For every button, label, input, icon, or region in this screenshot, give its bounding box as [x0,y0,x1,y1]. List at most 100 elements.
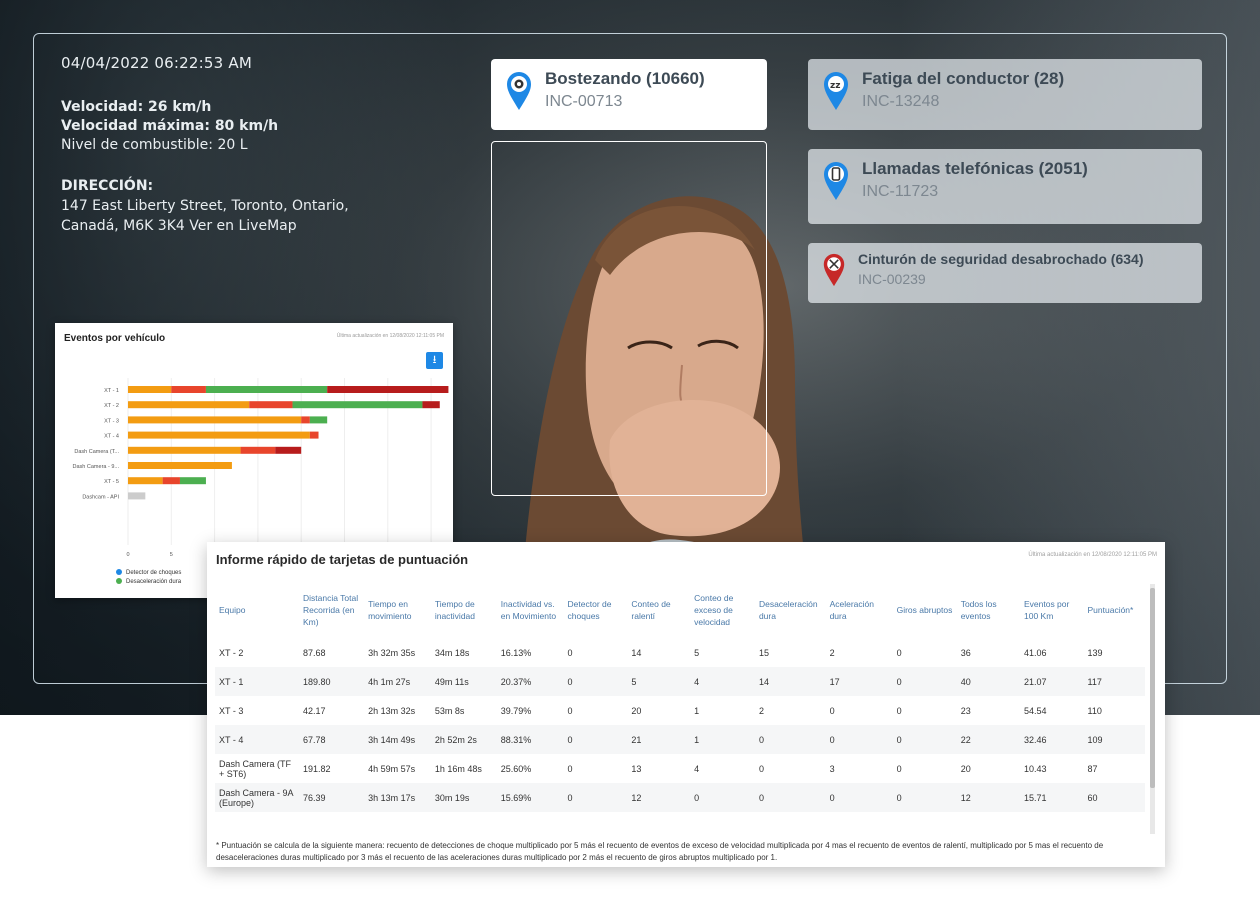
table-row[interactable]: Dash Camera (TF + ST6) 191.82 4h 59m 57s 1h… [215,754,1145,783]
bar-segment[interactable] [128,446,241,454]
event-card-phone[interactable]: Llamadas telefónicas (2051) INC-11723 [808,149,1202,224]
category-label: XT - 1 [104,388,119,394]
fuel-label: Nivel de combustible: 20 L [61,137,248,153]
scrollbar-thumb[interactable] [1150,588,1155,788]
legend-marker [116,578,122,584]
table-cell: 0 [754,783,826,812]
download-icon[interactable]: ⭳ [426,352,443,369]
event-code: INC-00239 [858,271,926,287]
scorecard-updated: Última actualización en 12/08/2020 12:11… [1028,552,1157,558]
table-row[interactable]: XT - 1 189.80 4h 1m 27s 49m 11s 20.37% 0 5 4 14 1… [215,667,1145,696]
table-cell: 21 [627,725,691,754]
table-row[interactable]: XT - 2 87.68 3h 32m 35s 34m 18s 16.13% 0 14 5 15… [215,638,1145,667]
legend-label[interactable]: Detector de choques [126,570,181,576]
column-header[interactable]: Desaceleración dura [755,582,826,638]
table-cell: 2h 13m 32s [368,705,416,716]
event-card-fatigue[interactable]: zz Fatiga del conductor (28) INC-13248 [808,59,1202,130]
column-header[interactable]: Distancia Total Recorrida (en Km) [299,582,364,638]
category-label: XT - 5 [104,479,119,485]
table-cell: 36 [960,647,971,658]
category-label: XT - 4 [104,434,119,440]
svg-text:zz: zz [830,81,840,91]
event-card-yawning[interactable]: Bostezando (10660) INC-00713 [491,59,767,130]
bar-segment[interactable] [309,431,319,439]
bar-segment[interactable] [128,462,232,469]
table-cell: 76.39 [299,783,365,812]
event-title: Cinturón de seguridad desabrochado (634) [858,251,1144,267]
table-cell: Dash Camera - 9A (Europe) [215,783,299,812]
table-cell: 30m 19s [430,783,497,812]
table-cell: 41.06 [1023,647,1047,658]
event-card-seatbelt[interactable]: Cinturón de seguridad desabrochado (634)… [808,243,1202,303]
table-cell: 0 [567,647,573,658]
table-row[interactable]: Dash Camera - 9A (Europe) 76.39 3h 13m 17s… [215,783,1145,812]
column-header[interactable]: Todos los eventos [957,582,1020,638]
table-cell: 3h 13m 17s [364,783,431,812]
bar-segment[interactable] [205,386,328,393]
scorecard-title: Informe rápido de tarjetas de puntuación [216,552,469,567]
column-header[interactable]: Equipo [215,582,299,638]
column-header[interactable]: Giros abruptos [893,582,957,638]
bar-segment[interactable] [301,416,310,424]
table-cell: 17 [825,667,893,696]
x-tick-label: 5 [170,552,173,558]
column-header[interactable]: Aceleración dura [826,582,893,638]
bar-segment[interactable] [309,416,328,424]
table-cell: 0 [892,667,957,696]
bar-segment[interactable] [162,477,180,485]
bar-segment[interactable] [128,492,146,500]
table-cell: 3h 32m 35s [368,647,416,658]
table-cell: 16.13% [500,647,532,658]
table-cell: 0 [829,705,835,716]
table-cell: 1 [690,725,755,754]
bar-segment[interactable] [128,431,310,439]
legend-marker [116,569,122,575]
event-title: Bostezando (10660) [545,69,705,88]
table-cell: 12 [627,783,691,812]
bar-segment[interactable] [128,416,302,424]
column-header[interactable]: Conteo de exceso de velocidad [690,582,755,638]
bar-segment[interactable] [179,477,206,485]
bar-segment[interactable] [171,386,206,393]
bar-segment[interactable] [327,386,449,393]
bar-segment[interactable] [128,477,163,485]
bar-segment[interactable] [422,401,440,409]
table-row[interactable]: XT - 4 67.78 3h 14m 49s 2h 52m 2s 88.31% 0 21 1… [215,725,1145,754]
bar-segment[interactable] [292,401,423,409]
bar-segment[interactable] [275,446,302,454]
score-footnote: * Puntuación se calcula de la siguiente … [216,841,1104,862]
bar-segment[interactable] [249,401,293,409]
bar-segment[interactable] [240,446,276,454]
table-cell: 117 [1083,667,1145,696]
table-cell: 15 [758,647,769,658]
column-header[interactable]: Inactividad vs. en Movimiento [497,582,564,638]
phone-icon [824,162,848,200]
table-cell: 109 [1083,725,1145,754]
address-text[interactable]: 147 East Liberty Street, Toronto, Ontari… [61,196,391,236]
table-cell: Dash Camera (TF + ST6) [219,758,292,779]
table-cell: 49m 11s [430,667,497,696]
table-cell: 2 [758,705,764,716]
bar-segment[interactable] [128,401,250,409]
direction-heading: DIRECCIÓN: [61,178,154,194]
table-cell: 88.31% [496,725,564,754]
column-header[interactable]: Conteo de ralentí [627,582,690,638]
bar-segment[interactable] [128,386,172,393]
table-cell: 13 [631,763,642,774]
column-header[interactable]: Tiempo en movimiento [364,582,431,638]
column-header[interactable]: Eventos por 100 Km [1020,582,1084,638]
table-cell: 3h 14m 49s [364,725,431,754]
table-cell: 0 [896,705,902,716]
table-scrollbar[interactable] [1150,584,1155,834]
table-row[interactable]: XT - 3 42.17 2h 13m 32s 53m 8s 39.79% 0 20 1 2 0 0… [215,696,1145,725]
telemetry-panel: 04/04/2022 06:22:53 AM Velocidad: 26 km/… [61,54,391,236]
table-cell: 4 [694,763,700,774]
table-cell: 0 [896,647,902,658]
table-cell: 20.37% [496,667,564,696]
category-label: Dash Camera - 9... [73,464,120,470]
column-header[interactable]: Detector de choques [564,582,628,638]
column-header[interactable]: Puntuación* [1084,582,1146,638]
legend-label[interactable]: Desaceleración dura [126,579,182,585]
column-header[interactable]: Tiempo de inactividad [431,582,497,638]
table-cell: 2h 52m 2s [430,725,497,754]
